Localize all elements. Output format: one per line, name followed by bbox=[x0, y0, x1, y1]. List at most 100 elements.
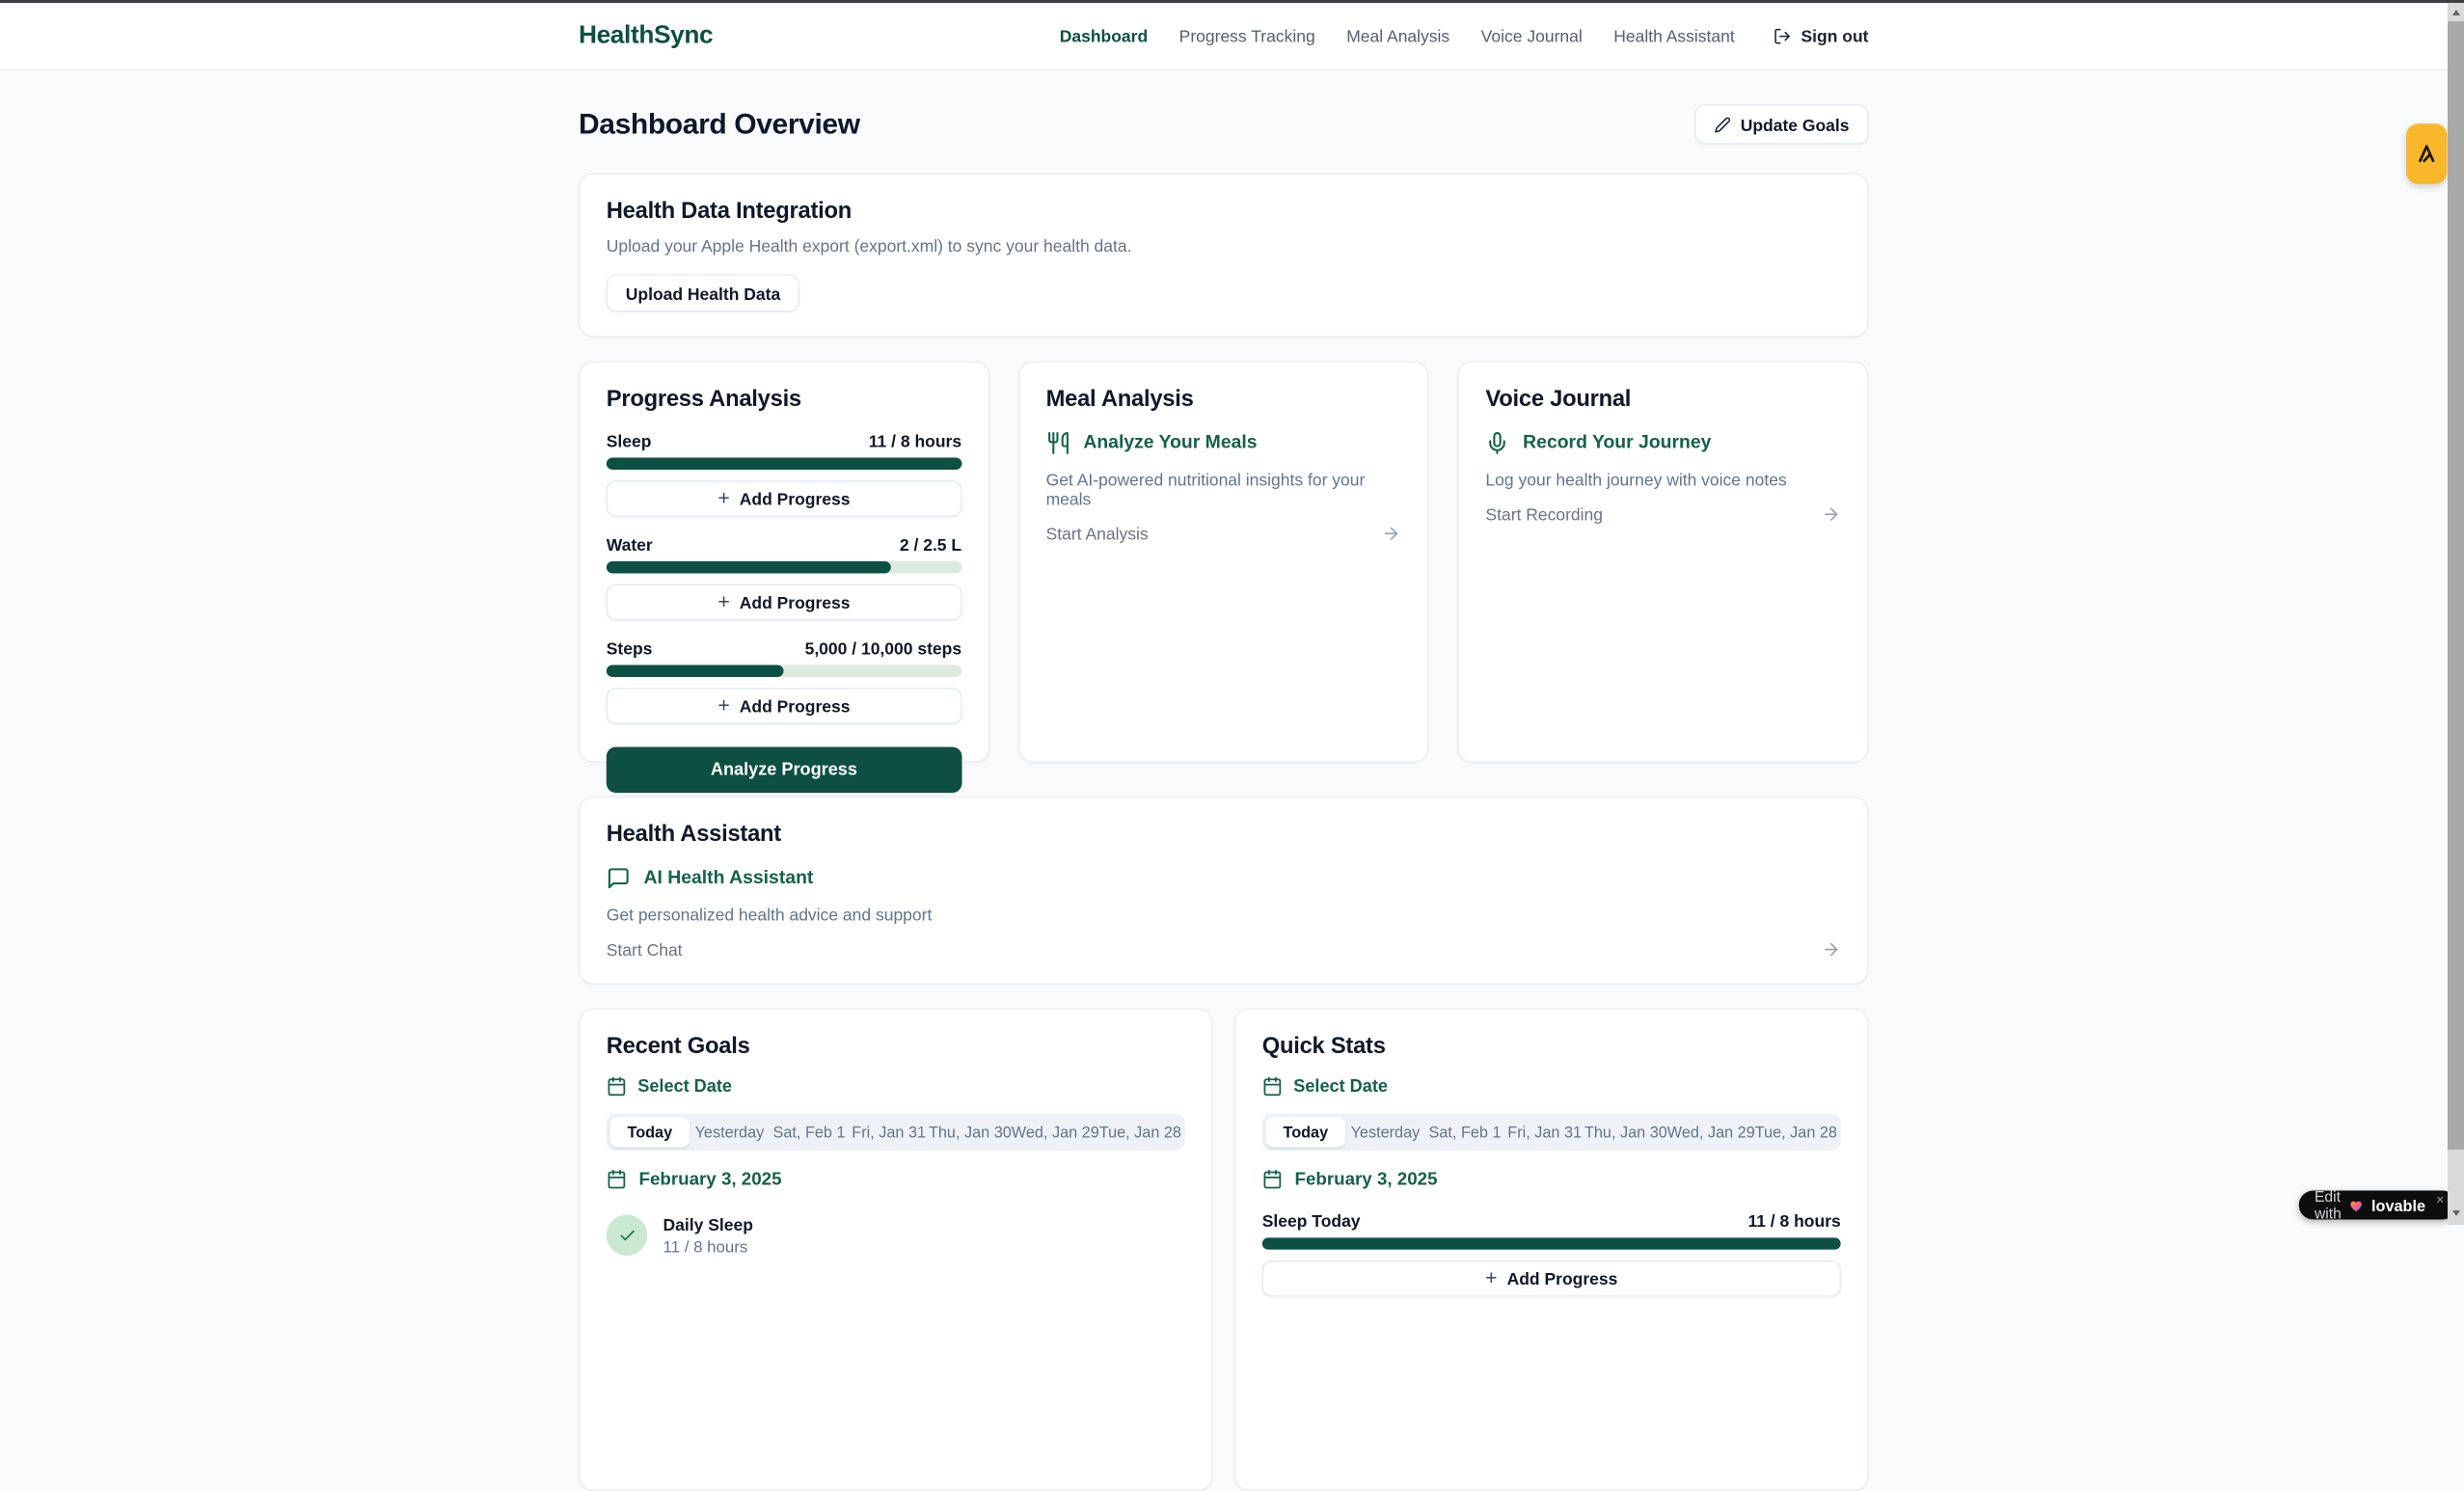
date-tab-yesterday[interactable]: Yesterday bbox=[1345, 1117, 1425, 1147]
goal-value-steps: 5,000 / 10,000 steps bbox=[805, 638, 962, 658]
heart-icon bbox=[2348, 1197, 2364, 1212]
add-progress-label: Add Progress bbox=[740, 696, 851, 716]
add-progress-water-button[interactable]: + Add Progress bbox=[607, 584, 961, 621]
goal-label-water: Water bbox=[607, 535, 653, 555]
sign-out-button[interactable]: Sign out bbox=[1774, 26, 1869, 45]
add-progress-button[interactable]: + Add Progress bbox=[1262, 1261, 1841, 1297]
select-date-button[interactable]: Select Date bbox=[607, 1076, 1185, 1097]
date-tab-thu-jan-30[interactable]: Thu, Jan 30 bbox=[929, 1117, 1012, 1147]
window-top-edge bbox=[0, 0, 2464, 3]
voice-journal-title: Voice Journal bbox=[1485, 387, 1840, 414]
steps-progress-bar bbox=[607, 665, 961, 678]
nav-link-progress-tracking[interactable]: Progress Tracking bbox=[1179, 26, 1315, 45]
date-tab-sat-feb-1[interactable]: Sat, Feb 1 bbox=[1425, 1117, 1505, 1147]
top-navbar: HealthSync Dashboard Progress Tracking M… bbox=[0, 2, 2448, 70]
add-progress-label: Add Progress bbox=[740, 593, 851, 612]
app-logo[interactable]: HealthSync bbox=[579, 21, 713, 50]
date-tab-sat-feb-1[interactable]: Sat, Feb 1 bbox=[770, 1117, 850, 1147]
stat-value: 11 / 8 hours bbox=[1747, 1211, 1840, 1231]
update-goals-button[interactable]: Update Goals bbox=[1694, 104, 1868, 144]
progress-analysis-card: Progress Analysis Sleep 11 / 8 hours + A… bbox=[579, 362, 989, 763]
lovable-logo-icon bbox=[2415, 142, 2439, 166]
analyze-your-meals-link[interactable]: Analyze Your Meals bbox=[1046, 431, 1401, 455]
close-icon[interactable]: × bbox=[2436, 1193, 2444, 1207]
nav-link-voice-journal[interactable]: Voice Journal bbox=[1481, 26, 1583, 45]
health-assistant-title: Health Assistant bbox=[607, 822, 1841, 849]
record-your-journey-link[interactable]: Record Your Journey bbox=[1485, 431, 1840, 455]
calendar-icon bbox=[1262, 1169, 1283, 1189]
voice-journal-card: Voice Journal Record Your Journey Log yo… bbox=[1458, 362, 1869, 763]
scroll-up-arrow[interactable] bbox=[2448, 5, 2464, 20]
start-analysis-link[interactable]: Start Analysis bbox=[1046, 524, 1401, 543]
date-tab-thu-jan-30[interactable]: Thu, Jan 30 bbox=[1584, 1117, 1667, 1147]
start-recording-link[interactable]: Start Recording bbox=[1485, 504, 1840, 524]
selected-date[interactable]: February 3, 2025 bbox=[1262, 1169, 1841, 1189]
nav-link-health-assistant[interactable]: Health Assistant bbox=[1613, 26, 1734, 45]
plus-icon: + bbox=[718, 591, 729, 611]
page-title: Dashboard Overview bbox=[579, 107, 860, 141]
record-your-journey-label: Record Your Journey bbox=[1523, 432, 1711, 454]
calendar-icon bbox=[607, 1076, 627, 1097]
update-goals-label: Update Goals bbox=[1741, 115, 1850, 134]
meal-analysis-title: Meal Analysis bbox=[1046, 387, 1401, 414]
lovable-side-badge[interactable] bbox=[2406, 123, 2448, 184]
date-tab-tue-jan-28[interactable]: Tue, Jan 28 bbox=[1099, 1117, 1181, 1147]
ai-health-assistant-link[interactable]: AI Health Assistant bbox=[607, 866, 1841, 890]
ai-health-assistant-label: AI Health Assistant bbox=[644, 868, 814, 890]
arrow-right-icon bbox=[1382, 524, 1401, 543]
health-data-integration-card: Health Data Integration Upload your Appl… bbox=[579, 174, 1869, 338]
nav-link-meal-analysis[interactable]: Meal Analysis bbox=[1346, 26, 1449, 45]
selected-date[interactable]: February 3, 2025 bbox=[607, 1169, 1185, 1189]
date-tab-tue-jan-28[interactable]: Tue, Jan 28 bbox=[1755, 1117, 1837, 1147]
check-circle-icon bbox=[607, 1215, 648, 1257]
date-tab-today[interactable]: Today bbox=[1266, 1117, 1346, 1147]
add-progress-steps-button[interactable]: + Add Progress bbox=[607, 688, 961, 724]
goal-sleep: Sleep 11 / 8 hours + Add Progress bbox=[607, 431, 961, 517]
date-tab-yesterday[interactable]: Yesterday bbox=[690, 1117, 770, 1147]
microphone-icon bbox=[1485, 431, 1509, 455]
start-chat-link[interactable]: Start Chat bbox=[607, 940, 1841, 960]
sign-out-label: Sign out bbox=[1801, 26, 1869, 45]
water-progress-fill bbox=[607, 561, 891, 574]
plus-icon: + bbox=[1485, 1268, 1497, 1288]
scrollbar-thumb[interactable] bbox=[2448, 21, 2464, 1150]
add-progress-sleep-button[interactable]: + Add Progress bbox=[607, 480, 961, 517]
dashboard-main: Dashboard Overview Update Goals Health D… bbox=[579, 104, 1869, 1491]
scroll-down-arrow[interactable] bbox=[2448, 1206, 2464, 1221]
date-tab-wed-jan-29[interactable]: Wed, Jan 29 bbox=[1012, 1117, 1099, 1147]
pencil-icon bbox=[1714, 116, 1731, 133]
goal-label-sleep: Sleep bbox=[607, 431, 652, 450]
progress-analysis-title: Progress Analysis bbox=[607, 387, 961, 414]
add-progress-label: Add Progress bbox=[740, 489, 851, 508]
date-tab-fri-jan-31[interactable]: Fri, Jan 31 bbox=[849, 1117, 929, 1147]
nav-link-dashboard[interactable]: Dashboard bbox=[1060, 26, 1148, 45]
start-recording-label: Start Recording bbox=[1485, 504, 1603, 524]
edit-with-lovable-badge[interactable]: Edit with lovable × bbox=[2299, 1191, 2457, 1220]
start-analysis-label: Start Analysis bbox=[1046, 524, 1149, 543]
recent-goals-card: Recent Goals Select Date Today Yesterday… bbox=[579, 1009, 1213, 1491]
select-date-label: Select Date bbox=[637, 1076, 732, 1096]
goal-label-steps: Steps bbox=[607, 638, 653, 658]
date-tabs: Today Yesterday Sat, Feb 1 Fri, Jan 31 T… bbox=[1262, 1114, 1841, 1152]
edit-with-label: Edit with bbox=[2315, 1188, 2342, 1222]
date-tab-fri-jan-31[interactable]: Fri, Jan 31 bbox=[1504, 1117, 1584, 1147]
select-date-button[interactable]: Select Date bbox=[1262, 1076, 1841, 1097]
steps-progress-fill bbox=[607, 665, 784, 678]
upload-health-data-button[interactable]: Upload Health Data bbox=[607, 275, 799, 312]
recent-goal-item: Daily Sleep 11 / 8 hours bbox=[607, 1215, 1185, 1257]
add-progress-label: Add Progress bbox=[1507, 1269, 1618, 1288]
select-date-label: Select Date bbox=[1293, 1076, 1388, 1096]
quick-stats-card: Quick Stats Select Date Today Yesterday … bbox=[1234, 1009, 1869, 1491]
plus-icon: + bbox=[718, 488, 729, 508]
goal-steps: Steps 5,000 / 10,000 steps + Add Progres… bbox=[607, 638, 961, 724]
stat-label: Sleep Today bbox=[1262, 1211, 1361, 1231]
start-chat-label: Start Chat bbox=[607, 940, 683, 960]
date-tab-today[interactable]: Today bbox=[610, 1117, 690, 1147]
logout-icon bbox=[1774, 27, 1792, 45]
analyze-progress-button[interactable]: Analyze Progress bbox=[607, 747, 961, 794]
date-tab-wed-jan-29[interactable]: Wed, Jan 29 bbox=[1667, 1117, 1755, 1147]
vertical-scrollbar[interactable] bbox=[2448, 3, 2464, 1225]
plus-icon: + bbox=[718, 695, 729, 716]
health-assistant-description: Get personalized health advice and suppo… bbox=[607, 905, 1841, 924]
health-data-title: Health Data Integration bbox=[607, 199, 1841, 226]
